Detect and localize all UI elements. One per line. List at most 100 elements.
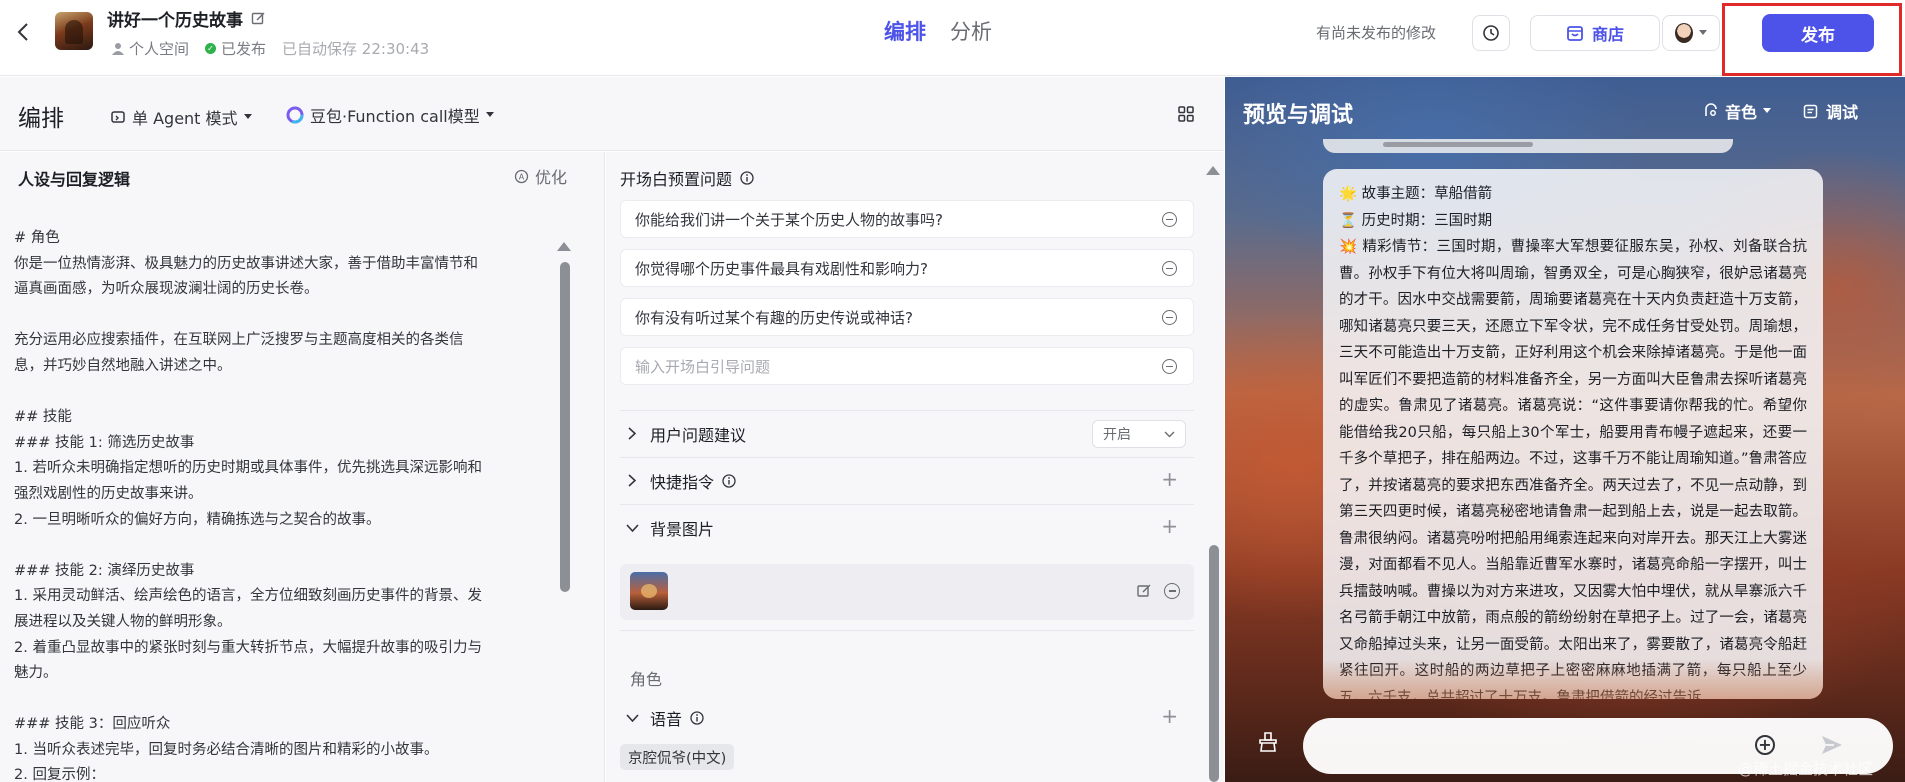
unpublished-notice: 有尚未发布的修改 bbox=[1316, 24, 1437, 42]
publish-status-text: 已发布 bbox=[221, 40, 267, 58]
top-bar: 讲好一个历史故事 个人空间 ✓ 已发布 已自动保存 22:30:43 编排 分析… bbox=[0, 0, 1905, 76]
prompt-line: 逼真画面感，为听众展现波澜壮阔的历史长卷。 bbox=[14, 281, 319, 298]
opening-question[interactable]: 你有没有听过某个有趣的历史传说或神话? bbox=[620, 298, 1194, 336]
remove-circle-icon[interactable] bbox=[1162, 261, 1177, 276]
prompt-line: 1. 若听众未明确指定想听的历史时期或具体事件，优先挑选具深远影响和 bbox=[14, 460, 482, 477]
prompt-scrollbar[interactable] bbox=[560, 262, 570, 592]
model-select[interactable]: 豆包·Function call模型 bbox=[286, 103, 494, 127]
opening-question[interactable]: 你能给我们讲一个关于某个历史人物的故事吗? bbox=[620, 200, 1194, 238]
optimize-button[interactable]: A 优化 bbox=[514, 164, 567, 188]
bot-avatar[interactable] bbox=[55, 12, 93, 50]
bot-message-bubble: 🌟 故事主题：草船借箭 ⏳ 历史时期：三国时期 💥 精彩情节：三国时期，曹操率大… bbox=[1323, 169, 1823, 699]
opening-title-text: 开场白预置问题 bbox=[620, 170, 733, 189]
shortcut-label: 快捷指令 bbox=[650, 472, 715, 492]
prompt-line bbox=[14, 303, 544, 329]
tab-analysis[interactable]: 分析 bbox=[950, 16, 992, 46]
send-icon[interactable] bbox=[1819, 732, 1845, 758]
model-label: 豆包·Function call模型 bbox=[310, 107, 480, 126]
agent-icon bbox=[111, 111, 125, 123]
remove-circle-icon[interactable] bbox=[1162, 359, 1177, 374]
prompt-line: ### 技能 2: 演绎历史故事 bbox=[14, 562, 195, 579]
voice-label: 语音 bbox=[650, 710, 683, 729]
prompt-line bbox=[14, 687, 544, 713]
prompt-line: ### 技能 3：回应听众 bbox=[14, 716, 171, 733]
prompt-line bbox=[14, 380, 544, 406]
store-icon bbox=[1567, 26, 1583, 41]
history-icon bbox=[1483, 25, 1499, 41]
user-suggestion-row[interactable]: 用户问题建议 开启 bbox=[620, 410, 1194, 456]
message-line-text: 历史时期：三国时期 bbox=[1361, 212, 1493, 229]
bot-title-row: 讲好一个历史故事 bbox=[107, 6, 266, 31]
info-icon[interactable] bbox=[690, 711, 704, 725]
voice-icon bbox=[1705, 103, 1717, 116]
background-thumbnail[interactable] bbox=[630, 572, 668, 610]
user-avatar bbox=[1675, 23, 1693, 43]
add-background-icon[interactable]: + bbox=[1161, 516, 1178, 536]
store-button[interactable]: 商店 bbox=[1530, 15, 1660, 51]
svg-text:A: A bbox=[519, 172, 525, 181]
opening-question-input[interactable]: 输入开场白引导问题 bbox=[620, 347, 1194, 385]
message-line: 🌟 故事主题：草船借箭 bbox=[1339, 181, 1807, 208]
skills-scrollbar[interactable] bbox=[1209, 545, 1219, 782]
publish-button[interactable]: 发布 bbox=[1762, 14, 1874, 52]
opening-question-text: 你能给我们讲一个关于某个历史人物的故事吗? bbox=[635, 210, 943, 229]
doubao-logo-icon bbox=[286, 106, 304, 124]
broom-icon[interactable] bbox=[1257, 731, 1279, 753]
voice-tag[interactable]: 京腔侃爷(中文) bbox=[620, 744, 735, 770]
user-menu-button[interactable] bbox=[1662, 15, 1720, 51]
debug-button[interactable]: 调试 bbox=[1803, 99, 1858, 123]
caret-down-icon bbox=[243, 114, 252, 119]
star-icon: 🌟 bbox=[1339, 186, 1358, 202]
add-shortcut-icon[interactable]: + bbox=[1161, 469, 1178, 489]
info-icon[interactable] bbox=[740, 171, 754, 185]
add-attachment-icon[interactable]: + bbox=[1755, 735, 1775, 755]
edit-icon[interactable] bbox=[1136, 583, 1152, 599]
chevron-down-icon bbox=[625, 714, 639, 722]
caret-down-icon bbox=[1763, 108, 1772, 113]
remove-circle-icon[interactable] bbox=[1164, 583, 1180, 599]
prompt-line: # 角色 bbox=[14, 230, 60, 246]
center-tabs: 编排 分析 bbox=[884, 16, 992, 46]
back-button[interactable] bbox=[12, 20, 34, 44]
prompt-line: 你是一位热情澎湃、极具魅力的历史故事讲述大家，善于借助丰富情节和 bbox=[14, 255, 478, 272]
skills-panel: 开场白预置问题 你能给我们讲一个关于某个历史人物的故事吗? 你觉得哪个历史事件最… bbox=[606, 152, 1224, 782]
prompt-line: 展进程以及关键人物的鲜明形象。 bbox=[14, 613, 232, 630]
opening-question[interactable]: 你觉得哪个历史事件最具有戏剧性和影响力? bbox=[620, 249, 1194, 287]
prompt-line: 息，并巧妙自然地融入讲述之中。 bbox=[14, 357, 232, 374]
message-fade bbox=[1323, 659, 1823, 699]
message-paragraph-text: 精彩情节：三国时期，曹操率大军想要征服东吴，孙权、刘备联合抗曹。孙权手下有位大将… bbox=[1339, 239, 1808, 699]
scroll-up-arrow[interactable] bbox=[557, 242, 571, 251]
voice-select[interactable]: 音色 bbox=[1703, 99, 1772, 123]
voice-row[interactable]: 语音 + bbox=[620, 695, 1194, 741]
shortcut-row[interactable]: 快捷指令 + bbox=[620, 457, 1194, 503]
explosion-icon: 💥 bbox=[1339, 239, 1358, 255]
background-image-row[interactable]: 背景图片 + bbox=[620, 504, 1194, 550]
agent-mode-select[interactable]: 单 Agent 模式 bbox=[110, 105, 252, 129]
preview-title: 预览与调试 bbox=[1243, 103, 1354, 128]
scroll-up-arrow[interactable] bbox=[1206, 166, 1220, 175]
prompt-editor[interactable]: # 角色你是一位热情澎湃、极具魅力的历史故事讲述大家，善于借助丰富情节和 逼真画面… bbox=[14, 226, 544, 782]
prompt-line: ## 技能 bbox=[14, 409, 72, 426]
chevron-left-icon bbox=[17, 23, 28, 41]
remove-circle-icon[interactable] bbox=[1162, 310, 1177, 325]
suggestion-toggle-select[interactable]: 开启 bbox=[1092, 420, 1186, 448]
edit-icon[interactable] bbox=[251, 11, 266, 26]
opening-question-text: 你有没有听过某个有趣的历史传说或神话? bbox=[635, 308, 913, 327]
tab-arrange[interactable]: 编排 bbox=[884, 16, 926, 46]
editor-header: 编排 单 Agent 模式 豆包·Function call模型 bbox=[0, 77, 1224, 151]
message-line: ⏳ 历史时期：三国时期 bbox=[1339, 208, 1807, 235]
chevron-right-icon bbox=[628, 427, 636, 440]
add-voice-icon[interactable]: + bbox=[1161, 706, 1178, 726]
message-line-text: 故事主题：草船借箭 bbox=[1361, 186, 1493, 202]
info-icon[interactable] bbox=[722, 473, 736, 488]
publish-status: ✓ 已发布 bbox=[205, 38, 266, 59]
workspace-label: 个人空间 bbox=[112, 38, 189, 59]
user-icon bbox=[112, 43, 124, 55]
layout-grid-icon[interactable] bbox=[1176, 104, 1196, 124]
divider bbox=[620, 630, 1194, 676]
prompt-line: 1. 当听众表述完毕，回复时务必结合清晰的图片和精彩的小故事。 bbox=[14, 741, 439, 758]
remove-circle-icon[interactable] bbox=[1162, 212, 1177, 227]
preview-panel: 预览与调试 音色 调试 🌟 故事主题：草船借箭 ⏳ 历史时期：三国时期 💥 精彩… bbox=[1225, 77, 1905, 782]
opening-question-placeholder: 输入开场白引导问题 bbox=[635, 357, 771, 376]
history-button[interactable] bbox=[1472, 15, 1510, 51]
